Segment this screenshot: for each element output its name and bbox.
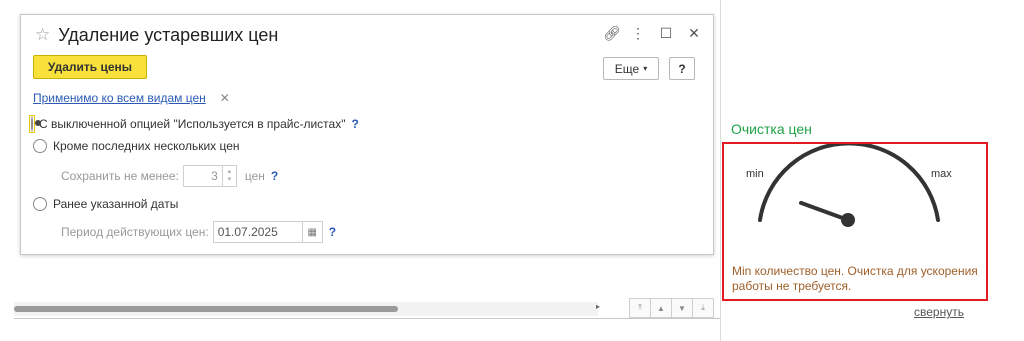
chevron-down-icon: ▾ <box>643 64 648 73</box>
title-row: ☆ Удаление устаревших цен <box>35 23 278 47</box>
radio-button-selected[interactable] <box>31 116 33 132</box>
divider <box>720 0 721 341</box>
help-button[interactable]: ? <box>669 57 695 80</box>
scroll-right-icon[interactable]: ▸ <box>596 302 600 311</box>
scroll-bottom-icon[interactable]: ⤓ <box>692 298 714 318</box>
scrollbar-thumb[interactable] <box>14 306 398 312</box>
period-label: Период действующих цен: <box>61 225 209 239</box>
calendar-icon[interactable]: ▦ <box>301 222 322 242</box>
filter-row: Применимо ко всем видам цен ✕ <box>33 91 230 105</box>
gauge <box>758 144 940 227</box>
gauge-hub <box>841 213 855 227</box>
horizontal-scrollbar[interactable] <box>14 302 598 316</box>
keep-min-row: Сохранить не менее: 3 ▴ ▾ цен ? <box>61 165 278 187</box>
option-label: С выключенной опцией "Используется в пра… <box>39 117 346 131</box>
price-cleanup-panel: min max Min количество цен. Очистка для … <box>722 142 988 301</box>
close-icon[interactable]: ✕ <box>687 25 701 42</box>
option-label: Кроме последних нескольких цен <box>53 139 240 153</box>
keep-min-unit: цен <box>244 169 265 183</box>
stepper-icon[interactable]: ▴ ▾ <box>221 166 236 186</box>
more-button-label: Еще <box>614 61 640 76</box>
option-before-date[interactable]: Ранее указанной даты <box>33 197 178 211</box>
scroll-down-icon[interactable]: ▼ <box>671 298 693 318</box>
row-navigation: ⤒ ▲ ▼ ⤓ <box>629 298 714 318</box>
gauge-arc <box>758 144 940 222</box>
price-types-filter-link[interactable]: Применимо ко всем видам цен <box>33 91 206 105</box>
more-menu-icon[interactable]: ⋮ <box>631 25 645 42</box>
link-icon[interactable]: 🔗︎ <box>603 25 621 42</box>
panel-message: Min количество цен. Очистка для ускорени… <box>732 264 978 293</box>
period-date-field[interactable]: 01.07.2025 ▦ <box>212 221 323 243</box>
bottom-divider <box>14 318 720 319</box>
panel-title: Очистка цен <box>731 121 812 137</box>
keep-min-label: Сохранить не менее: <box>61 169 179 183</box>
scroll-up-icon[interactable]: ▲ <box>650 298 672 318</box>
keep-min-value: 3 <box>211 169 218 183</box>
collapse-link[interactable]: свернуть <box>914 305 964 319</box>
dialog-window: ☆ Удаление устаревших цен 🔗︎ ⋮ ☐ ✕ Удали… <box>20 14 714 255</box>
option-label: Ранее указанной даты <box>53 197 179 211</box>
period-row: Период действующих цен: 01.07.2025 ▦ ? <box>61 221 336 243</box>
keep-min-help-icon[interactable]: ? <box>271 169 278 183</box>
delete-prices-button[interactable]: Удалить цены <box>33 55 147 79</box>
maximize-icon[interactable]: ☐ <box>659 25 673 42</box>
radio-button[interactable] <box>33 139 47 153</box>
favorite-star-icon[interactable]: ☆ <box>35 25 50 45</box>
radio-button[interactable] <box>33 197 47 211</box>
radio-focus-frame <box>29 115 35 133</box>
period-date-value: 01.07.2025 <box>217 225 278 239</box>
window-controls: 🔗︎ ⋮ ☐ ✕ <box>603 25 701 42</box>
gauge-needle <box>799 200 850 222</box>
page: ☆ Удаление устаревших цен 🔗︎ ⋮ ☐ ✕ Удали… <box>0 0 1024 341</box>
option-except-last[interactable]: Кроме последних нескольких цен <box>33 139 240 153</box>
more-button[interactable]: Еще ▾ <box>603 57 659 80</box>
dialog-title: Удаление устаревших цен <box>58 24 279 45</box>
scroll-top-icon[interactable]: ⤒ <box>629 298 651 318</box>
clear-filter-icon[interactable]: ✕ <box>220 91 230 105</box>
option-help-icon[interactable]: ? <box>351 117 358 131</box>
keep-min-field[interactable]: 3 ▴ ▾ <box>182 165 237 187</box>
period-help-icon[interactable]: ? <box>329 225 336 239</box>
option-disabled-in-pricelists[interactable]: С выключенной опцией "Используется в пра… <box>29 115 359 133</box>
